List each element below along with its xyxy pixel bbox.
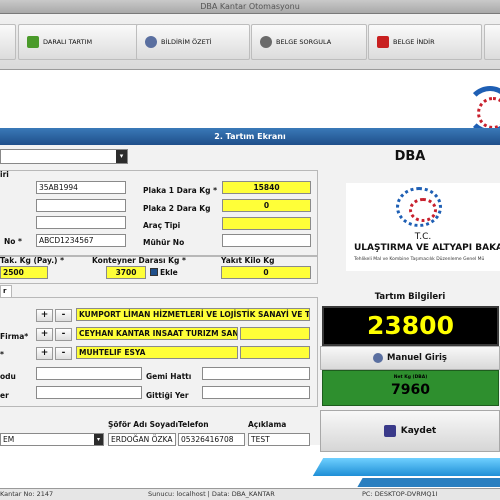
firma-field[interactable]: CEYHAN KANTAR INSAAT TURIZM SANA [76, 327, 238, 340]
paket-field[interactable]: 2500 [0, 266, 48, 279]
gemi-hatti-field[interactable] [202, 367, 310, 380]
muhur-no-label: Mühür No [143, 238, 185, 247]
row1-minus-button[interactable]: - [55, 309, 72, 322]
scale-illustration [300, 452, 500, 488]
row3-field[interactable]: MUHTELIF ESYA [76, 346, 238, 359]
arac-tipi-field[interactable] [222, 217, 311, 230]
row1-plus-button[interactable]: + [36, 309, 53, 322]
chevron-down-icon: ▾ [94, 434, 103, 445]
plaka1-dara-label: Plaka 1 Dara Kg * [143, 186, 217, 195]
belge-sorgula-button[interactable]: BELGE SORGULA [251, 24, 367, 60]
kaydet-label: Kaydet [400, 426, 437, 436]
paket-label: Tak. Kg (Pay.) * [0, 256, 65, 265]
company-name: DBA [394, 149, 426, 164]
yakit-label: Yakıt Kilo Kg [221, 256, 275, 265]
download-arrow-icon [27, 36, 39, 48]
gemi-hatti-label: Gemi Hattı [146, 372, 192, 381]
darali-tartim-label: DARALI TARTIM [43, 38, 93, 46]
kodu-field[interactable] [36, 367, 142, 380]
blank-field-1[interactable] [36, 199, 126, 212]
status-right: PC: DESKTOP-DVRMQ1I [362, 490, 438, 498]
manuel-giris-button[interactable]: Manuel Giriş [320, 346, 500, 370]
plaka2-dara-field[interactable]: 0 [222, 199, 311, 212]
sofor-label: Şöför Adı Soyadı [108, 420, 179, 429]
people-icon [145, 36, 157, 48]
konteyner-no-label: No * [4, 237, 22, 246]
bildirim-ozeti-button[interactable]: BİLDİRİM ÖZETİ [136, 24, 250, 60]
logo-ministry-name: ULAŞTIRMA VE ALTYAPI BAKAN [354, 243, 500, 253]
yakit-field[interactable]: 0 [221, 266, 311, 279]
row1-field[interactable]: KUMPORT LİMAN HİZMETLERİ VE LOJİSTİK SAN… [76, 308, 310, 321]
window-title: DBA Kantar Otomasyonu [0, 0, 500, 14]
scale-platform-top [312, 458, 500, 476]
aciklama-field[interactable]: TEST [248, 433, 310, 446]
telefon-field[interactable]: 05326416708 [178, 433, 245, 446]
telefon-label: Telefon [178, 420, 209, 429]
konteyner-dara-label: Konteyner Darası Kg * [92, 256, 186, 265]
row2-plus-button[interactable]: + [36, 328, 53, 341]
ekle-checkbox[interactable] [150, 268, 158, 276]
arac-tipi-label: Araç Tipi [143, 221, 181, 230]
konteyner-dara-field[interactable]: 3700 [106, 266, 146, 279]
chevron-down-icon: ▾ [116, 150, 127, 163]
net-label: Net Kg (DBA) [393, 375, 428, 380]
tartim-bilgileri-heading: Tartım Bilgileri [374, 292, 446, 302]
kodu-label: odu [0, 372, 16, 381]
toolbar-right-button[interactable] [484, 24, 500, 60]
tab-strip: r [0, 285, 318, 297]
aciklama-label: Açıklama [248, 420, 287, 429]
save-icon [383, 425, 396, 437]
row3-extra-field[interactable] [240, 346, 310, 359]
row3-plus-button[interactable]: + [36, 347, 53, 360]
net-weight-panel: Net Kg (DBA) 7960 [322, 370, 499, 406]
status-middle: Sunucu: localhost | Data: DBA_KANTAR [148, 490, 275, 498]
top-combo[interactable]: ▾ [0, 149, 128, 164]
tab-details[interactable]: r [0, 285, 12, 297]
gittigi-yer-field[interactable] [202, 386, 310, 399]
pdf-icon [377, 36, 389, 48]
plaka2-dara-label: Plaka 2 Dara Kg [143, 204, 211, 213]
belge-indir-button[interactable]: BELGE İNDİR [368, 24, 482, 60]
firma-label: Firma* [0, 332, 29, 341]
plaka1-dara-field[interactable]: 15840 [222, 181, 311, 194]
bildirim-ozeti-label: BİLDİRİM ÖZETİ [161, 38, 212, 46]
gittigi-yer-label: Gittiği Yer [146, 391, 189, 400]
logo-tc: T.C. [414, 232, 432, 242]
belge-indir-label: BELGE İNDİR [393, 38, 435, 46]
status-bar: Kantar No: 2147 Sunucu: localhost | Data… [0, 488, 500, 500]
ekle-label: Ekle [160, 268, 178, 277]
form-title: 2. Tartım Ekranı [0, 128, 500, 145]
left-select[interactable]: EM ▾ [0, 433, 104, 446]
row3-minus-button[interactable]: - [55, 347, 72, 360]
toolbar: DARALI TARTIM BİLDİRİM ÖZETİ BELGE SORGU… [0, 14, 500, 70]
muhur-no-field[interactable] [222, 234, 311, 247]
ministry-logo: T.C. ULAŞTIRMA VE ALTYAPI BAKAN Tehlikel… [346, 183, 500, 271]
kaydet-button[interactable]: Kaydet [320, 410, 500, 452]
logo-subtitle: Tehlikeli Mal ve Kombine Taşımacılık Düz… [354, 257, 485, 262]
scale-platform-base [357, 478, 500, 487]
weight-display: 23800 [322, 306, 499, 346]
darali-tartim-button[interactable]: DARALI TARTIM [18, 24, 138, 60]
konteyner-no-field[interactable]: ABCD1234567 [36, 234, 126, 247]
vehicle-group-label: iri [0, 170, 9, 179]
people-icon [373, 353, 383, 363]
toolbar-left-button[interactable] [0, 24, 16, 60]
plaka-field[interactable]: 35AB1994 [36, 181, 126, 194]
belge-sorgula-label: BELGE SORGULA [276, 38, 332, 46]
row2-minus-button[interactable]: - [55, 328, 72, 341]
left-select-value: EM [3, 435, 15, 444]
net-value: 7960 [391, 382, 430, 398]
blank-field-2[interactable] [36, 216, 126, 229]
globe-icon [396, 187, 442, 227]
er-field[interactable] [36, 386, 142, 399]
background-area [0, 70, 500, 132]
firma-extra-field[interactable] [240, 327, 310, 340]
row3-label: * [0, 350, 4, 359]
manuel-giris-label: Manuel Giriş [387, 353, 447, 363]
status-left: Kantar No: 2147 [0, 490, 54, 498]
search-icon [260, 36, 272, 48]
sofor-field[interactable]: ERDOĞAN ÖZKA [108, 433, 176, 446]
er-label: er [0, 391, 9, 400]
